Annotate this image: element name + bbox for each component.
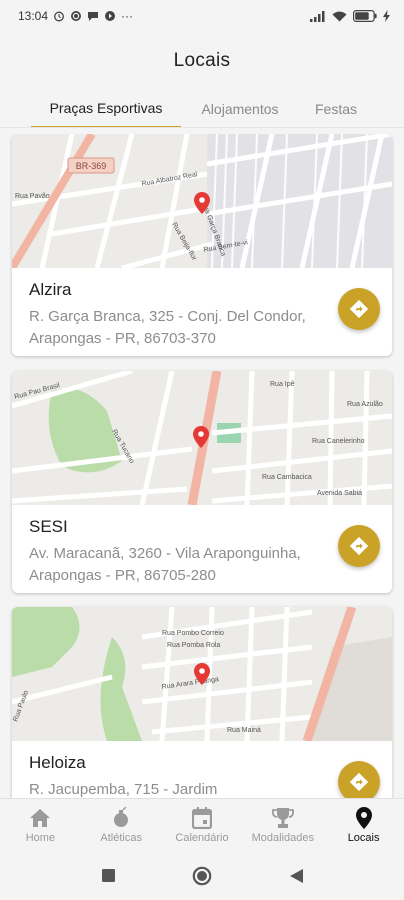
bottom-navigation: Home Atléticas Calendário Modalidades Lo… <box>0 798 404 851</box>
map-label: Rua Cambacica <box>262 474 312 481</box>
map-image: Rua Pombo Correio Rua Pomba Rola Rua Ara… <box>12 607 392 741</box>
map-label: Rua Ipê <box>270 381 295 388</box>
nav-item-modalidades[interactable]: Modalidades <box>242 799 323 851</box>
map-preview[interactable]: Rua Pau Brasil Rua Ipê Rua Azulão Rua Ca… <box>12 371 392 505</box>
place-card[interactable]: BR-369 Rua Pavão Rua Albatroz Real Rua G… <box>12 134 392 356</box>
address-line: R. Jacupemba, 715 - Jardim <box>29 781 218 798</box>
places-list[interactable]: BR-369 Rua Pavão Rua Albatroz Real Rua G… <box>0 134 404 798</box>
media-icon <box>105 11 116 21</box>
nav-label: Locais <box>347 831 380 844</box>
status-overflow: ··· <box>121 9 134 23</box>
tabs-divider <box>0 127 404 128</box>
nav-item-atleticas[interactable]: Atléticas <box>81 799 162 851</box>
square-icon <box>101 869 115 882</box>
wifi-icon <box>332 11 347 21</box>
status-bar: 13:04 ··· <box>0 0 404 32</box>
place-address: Av. Maracanã, 3260 - Vila Araponguinha, … <box>29 543 322 587</box>
tab-festas[interactable]: Festas <box>299 90 373 128</box>
nav-label: Home <box>25 831 56 844</box>
status-left: 13:04 ··· <box>18 9 133 23</box>
whatsapp-icon <box>71 11 82 21</box>
place-info: SESI Av. Maracanã, 3260 - Vila Arapongui… <box>12 505 392 593</box>
status-right <box>310 10 390 22</box>
charging-icon <box>383 10 390 22</box>
tab-bar: Praças Esportivas Alojamentos Festas <box>0 90 404 128</box>
home-icon <box>29 807 51 829</box>
place-card[interactable]: Rua Pau Brasil Rua Ipê Rua Azulão Rua Ca… <box>12 371 392 593</box>
map-label: Rua Pavão <box>15 193 50 200</box>
nav-label: Calendário <box>175 831 229 844</box>
battery-icon <box>353 10 377 22</box>
signal-icon <box>310 10 325 22</box>
place-address: R. Garça Branca, 325 - Conj. Del Condor,… <box>29 306 322 350</box>
map-label: Rua Pomba Rola <box>167 642 220 649</box>
page-title: Locais <box>173 50 231 71</box>
map-image: Rua Pau Brasil Rua Ipê Rua Azulão Rua Ca… <box>12 371 392 505</box>
trophy-icon <box>271 807 294 829</box>
map-label: BR-369 <box>76 161 107 171</box>
location-pin-icon <box>353 806 375 829</box>
place-info: Heloiza R. Jacupemba, 715 - Jardim <box>12 741 392 798</box>
alarm-icon <box>54 11 64 22</box>
nav-label: Modalidades <box>251 831 314 844</box>
map-label: Rua Pombo Correio <box>162 630 224 637</box>
nav-item-home[interactable]: Home <box>0 799 81 851</box>
place-info: Alzira R. Garça Branca, 325 - Conj. Del … <box>12 268 392 356</box>
app-header: Locais <box>0 32 404 90</box>
map-label: Rua Canelerinho <box>312 438 365 445</box>
home-system-button[interactable] <box>192 866 212 886</box>
nav-label: Atléticas <box>100 831 142 844</box>
system-navigation <box>0 851 404 900</box>
chat-icon <box>88 12 99 21</box>
map-image: BR-369 Rua Pavão Rua Albatroz Real Rua G… <box>12 134 392 268</box>
recents-button[interactable] <box>98 866 118 886</box>
address-line: Arapongas - PR, 86705-280 <box>29 567 216 584</box>
place-name: Alzira <box>29 280 72 299</box>
map-label: Avenida Sabiá <box>317 490 362 497</box>
address-line: Arapongas - PR, 86703-370 <box>29 330 216 347</box>
map-label: Rua Mainá <box>227 727 261 734</box>
tab-pracas-esportivas[interactable]: Praças Esportivas <box>31 90 181 128</box>
triangle-back-icon <box>289 868 303 883</box>
directions-button[interactable] <box>338 761 380 798</box>
directions-icon <box>349 536 369 556</box>
place-card[interactable]: Rua Pombo Correio Rua Pomba Rola Rua Ara… <box>12 607 392 798</box>
back-button[interactable] <box>286 866 306 886</box>
nav-item-calendario[interactable]: Calendário <box>162 799 243 851</box>
status-time: 13:04 <box>18 9 49 23</box>
calendar-icon <box>191 806 213 829</box>
directions-button[interactable] <box>338 525 380 567</box>
directions-button[interactable] <box>338 288 380 330</box>
tab-alojamentos[interactable]: Alojamentos <box>181 90 299 128</box>
address-line: R. Garça Branca, 325 - Conj. Del Condor, <box>29 308 306 325</box>
map-label: Rua Azulão <box>347 401 383 408</box>
map-preview[interactable]: Rua Pombo Correio Rua Pomba Rola Rua Ara… <box>12 607 392 741</box>
directions-icon <box>349 772 369 792</box>
circle-icon <box>192 866 212 885</box>
nav-item-locais[interactable]: Locais <box>323 799 404 851</box>
place-address: R. Jacupemba, 715 - Jardim <box>29 779 322 798</box>
directions-icon <box>349 299 369 319</box>
place-name: SESI <box>29 517 68 536</box>
place-name: Heloiza <box>29 753 86 772</box>
map-preview[interactable]: BR-369 Rua Pavão Rua Albatroz Real Rua G… <box>12 134 392 268</box>
bomb-icon <box>110 806 132 829</box>
address-line: Av. Maracanã, 3260 - Vila Araponguinha, <box>29 545 301 562</box>
